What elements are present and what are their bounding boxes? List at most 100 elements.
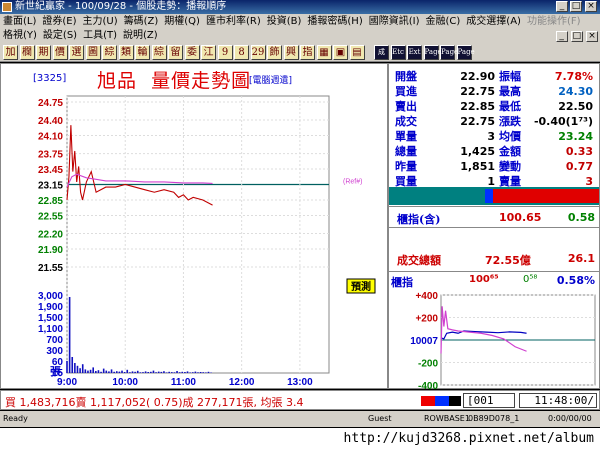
volume-tick-label: 700 <box>46 335 63 346</box>
quote-value: 7.78% <box>554 70 593 83</box>
quote-label: 買進 <box>395 85 417 98</box>
quote-value: 22.85 <box>460 100 495 113</box>
toolbar-button[interactable]: 成 <box>374 45 389 60</box>
volume-tick-label: 300 <box>46 346 63 357</box>
toolbar-button[interactable]: Page <box>456 45 475 60</box>
menu-item[interactable]: 籌碼(Z) <box>124 16 159 27</box>
mini-tick-label: -400 <box>418 381 438 389</box>
toolbar-button[interactable]: 委 <box>184 45 200 60</box>
quote-label: 單量 <box>395 130 417 143</box>
toolbar-button[interactable]: 類 <box>118 45 134 60</box>
quote-row: 昨量 1,851 變動 0.77 <box>395 159 595 174</box>
toolbar-button[interactable]: 價 <box>52 45 68 60</box>
doc-restore-button[interactable]: □ <box>570 31 583 42</box>
toolbar-button[interactable]: 興 <box>283 45 299 60</box>
menu-row-secondary: 格視(Y) 設定(S) 工具(T) 說明(Z) <box>3 29 164 43</box>
menu-item[interactable]: 金融(C) <box>426 16 461 27</box>
menu-item[interactable]: 說明(Z) <box>123 30 158 41</box>
doc-close-button[interactable]: × <box>586 31 598 42</box>
otc-index-change: 0.58 <box>567 211 595 224</box>
menu-item[interactable]: 國際資訊(I) <box>369 16 420 27</box>
index-line <box>440 330 527 340</box>
otc-index-value: 100.65 <box>499 211 542 224</box>
toolbar-button[interactable]: 指 <box>300 45 315 60</box>
menu-item[interactable]: 播報密碼(H) <box>307 16 362 27</box>
menu-item[interactable]: 期權(Q) <box>164 16 200 27</box>
menu-item[interactable]: 設定(S) <box>43 30 77 41</box>
menu-item[interactable]: 證券(E) <box>42 16 76 27</box>
menu-item[interactable]: 成交選擇(A) <box>466 16 521 27</box>
volume-tick-label: 3,000 <box>38 291 63 302</box>
doc-minimize-button[interactable]: _ <box>555 31 568 42</box>
toolbar-button[interactable]: 欄 <box>19 45 35 60</box>
trade-summary: 買 1,483,716賣 1,117,052( 0.75)成 277,171張,… <box>5 396 304 409</box>
reference-tag: (Ref#) <box>343 179 362 186</box>
quote-label: 成交 <box>395 115 417 128</box>
price-tick-label: 22.20 <box>38 229 63 240</box>
status-server: ROWBASE1 <box>424 414 470 423</box>
toolbar-button[interactable]: ▤ <box>349 45 365 60</box>
toolbar-button[interactable]: 圖 <box>85 45 101 60</box>
quote-label: 開盤 <box>395 70 417 83</box>
menu-item[interactable]: 工具(T) <box>83 30 117 41</box>
toolbar-button[interactable]: Ext <box>407 45 422 60</box>
toolbar-button[interactable]: 留 <box>168 45 183 60</box>
toolbar-button[interactable]: Etc <box>390 45 406 60</box>
app-icon <box>2 2 12 12</box>
price-tick-label: 23.15 <box>38 181 63 192</box>
toolbar-button[interactable]: 9 <box>217 45 233 60</box>
mini-tick-label: 10007 <box>410 336 438 347</box>
toolbar-button[interactable]: 期 <box>36 45 51 60</box>
predict-label: 預測 <box>351 280 371 293</box>
toolbar-button[interactable]: 8 <box>234 45 249 60</box>
intraday-chart-pane: [3325] 旭品 量價走勢圖 [電腦週遺] 24.75 24.40 24.10 23… <box>0 63 388 389</box>
quote-row: 單量 3 均價 23.24 <box>395 129 595 144</box>
status-ready: Ready <box>3 414 28 423</box>
quote-value: 22.90 <box>460 70 495 83</box>
menu-item[interactable]: 主力(U) <box>83 16 118 27</box>
quote-value: 22.50 <box>558 100 593 113</box>
toolbar-button[interactable]: Page <box>423 45 442 60</box>
toolbar-button[interactable]: ▣ <box>333 45 348 60</box>
menu-item[interactable]: 投資(B) <box>267 16 302 27</box>
ratio-indicator <box>421 396 461 406</box>
quote-row: 成交 22.75 漲跌 -0.40(1⁷³) <box>395 114 595 129</box>
toolbar-button[interactable]: 選 <box>69 45 84 60</box>
quote-label: 均價 <box>499 130 521 143</box>
menu-bar: 畫面(L) 證券(E) 主力(U) 籌碼(Z) 期權(Q) 匯市利率(R) 投資(B) 播報密… <box>0 14 600 44</box>
menu-item[interactable]: 格視(Y) <box>3 30 37 41</box>
mini-tick-label: +400 <box>415 291 438 302</box>
toolbar-button[interactable]: ▦ <box>316 45 332 60</box>
maximize-button[interactable]: □ <box>570 1 582 12</box>
turnover-value: 72.55億 <box>485 254 531 267</box>
quote-row: 賣出 22.85 最低 22.50 <box>395 99 595 114</box>
menu-item[interactable]: 匯市利率(R) <box>206 16 261 27</box>
time-tick-label: 13:00 <box>287 377 313 388</box>
chart-frame <box>66 95 330 374</box>
toolbar-button[interactable]: 加 <box>3 45 18 60</box>
status-session: 0B89D078_1 <box>468 414 520 423</box>
price-tick-label: 22.55 <box>38 211 63 222</box>
toolbar-button[interactable]: Page <box>440 45 458 60</box>
close-button[interactable]: × <box>585 1 597 12</box>
toolbar-button[interactable]: 江 <box>201 45 216 60</box>
time-tick-label: 11:00 <box>171 377 196 388</box>
quote-value: 0.77 <box>565 160 593 173</box>
menu-item[interactable]: 畫面(L) <box>3 16 36 27</box>
toolbar-button[interactable]: 29 <box>250 45 266 60</box>
quote-value: 0.33 <box>565 145 593 158</box>
toolbar-button[interactable]: 綜 <box>102 45 117 60</box>
toolbar-button[interactable]: 綜 <box>151 45 167 60</box>
quote-row: 總量 1,425 金額 0.33 <box>395 144 595 159</box>
time-tick-label: 10:00 <box>112 377 138 388</box>
volume-tick-label: 1,500 <box>38 313 63 324</box>
page-number: 001 <box>473 394 494 407</box>
minimize-button[interactable]: _ <box>556 1 568 12</box>
price-tick-label: 22.85 <box>38 196 63 207</box>
quote-value: 1,425 <box>460 145 495 158</box>
toolbar-button[interactable]: 飾 <box>267 45 282 60</box>
toolbar-button[interactable]: 輪 <box>135 45 150 60</box>
page-input[interactable]: [001 <box>463 393 515 408</box>
volume-tick-label: 1,100 <box>38 324 63 335</box>
quote-label: 變動 <box>499 160 521 173</box>
